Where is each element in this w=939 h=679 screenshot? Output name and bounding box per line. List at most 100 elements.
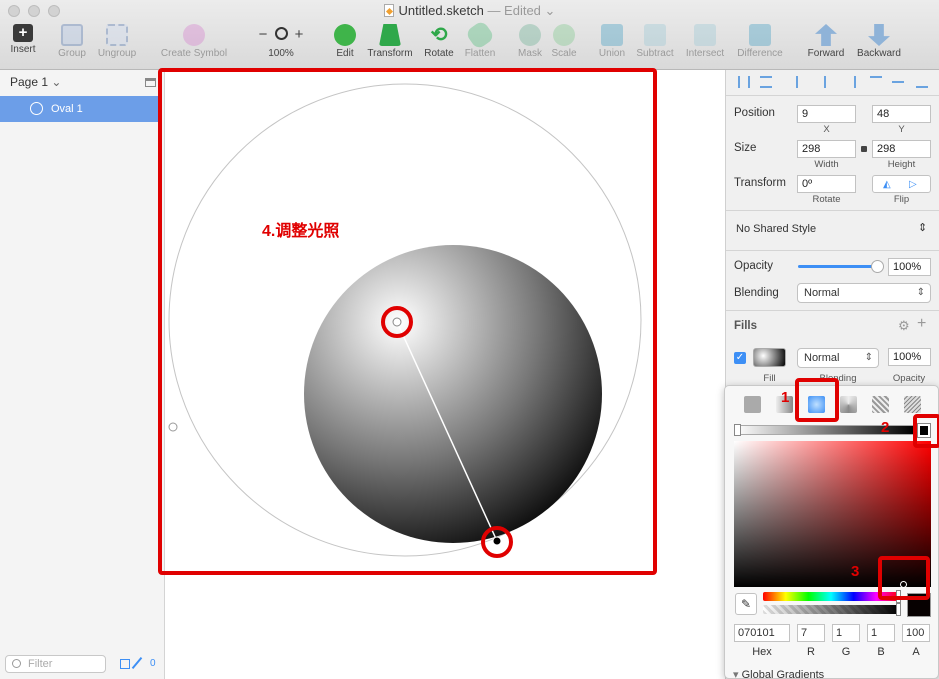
callout-number-1: 1 <box>781 389 790 406</box>
edit-button[interactable]: Edit <box>330 24 360 59</box>
forward-button[interactable]: Forward <box>805 24 847 59</box>
eyedropper-button[interactable]: ✎ <box>735 593 757 615</box>
fill-blend-select[interactable]: Normal ⇕ <box>797 348 879 368</box>
blending-label: Blending <box>734 287 779 299</box>
disclosure-triangle-icon: ▾ <box>733 669 739 679</box>
fill-settings-icon[interactable]: ⚙ <box>898 318 910 334</box>
ungroup-button[interactable]: Ungroup <box>95 24 139 59</box>
plus-icon: + <box>13 24 33 42</box>
chevron-updown-icon: ⇕ <box>918 222 928 234</box>
annotation-label: 4.调整光照 <box>262 223 340 240</box>
group-icon <box>61 24 83 46</box>
zoom-in-button[interactable]: + <box>295 26 304 43</box>
opacity-slider-knob[interactable] <box>871 260 884 273</box>
blending-select[interactable]: Normal ⇕ <box>797 283 931 303</box>
filter-input[interactable]: Filter <box>5 655 106 673</box>
x-field[interactable]: 9 <box>797 105 856 123</box>
zoom-icon <box>274 27 288 40</box>
red-input[interactable]: 7 <box>797 624 825 642</box>
width-field[interactable]: 298 <box>797 140 856 158</box>
fill-type-angular-gradient[interactable] <box>840 396 857 413</box>
flip-control[interactable]: ◭ ▷ <box>872 175 931 193</box>
align-right-icon[interactable] <box>844 76 856 88</box>
hex-input[interactable]: 070101 <box>734 624 790 642</box>
scale-button[interactable]: Scale <box>548 24 580 59</box>
subtract-button[interactable]: Subtract <box>633 24 677 59</box>
intersect-button[interactable]: Intersect <box>683 24 727 59</box>
distribute-vertical-icon[interactable] <box>760 76 772 88</box>
callout-box-1 <box>795 378 839 422</box>
fills-header: Fills <box>734 320 758 332</box>
alpha-slider[interactable] <box>763 603 901 616</box>
shared-style-select[interactable]: No Shared Style ⇕ <box>726 214 939 244</box>
edit-icon <box>334 24 356 46</box>
sketch-document-icon <box>383 4 394 17</box>
fill-type-noise[interactable] <box>904 396 921 413</box>
chevron-down-icon: ⌄ <box>51 75 62 89</box>
add-fill-icon[interactable]: + <box>917 315 926 333</box>
fill-color-well[interactable] <box>753 348 786 367</box>
align-left-icon[interactable] <box>796 76 808 88</box>
fill-type-pattern[interactable] <box>872 396 889 413</box>
union-icon <box>601 24 623 46</box>
mask-button[interactable]: Mask <box>514 24 546 59</box>
zoom-control[interactable]: − + 100% <box>254 24 308 59</box>
symbol-icon <box>183 24 205 46</box>
callout-number-3: 3 <box>851 563 860 580</box>
rotate-button[interactable]: ⟲ Rotate <box>421 24 457 59</box>
layers-sidebar: Page 1 ⌄ Oval 1 Filter 0 <box>0 70 165 679</box>
create-symbol-button[interactable]: Create Symbol <box>158 24 230 59</box>
backward-button[interactable]: Backward <box>852 24 906 59</box>
page-name: Page 1 <box>10 75 49 89</box>
page-selector[interactable]: Page 1 ⌄ <box>10 75 61 89</box>
align-middle-icon[interactable] <box>892 81 904 83</box>
green-input[interactable]: 1 <box>832 624 860 642</box>
union-button[interactable]: Union <box>595 24 629 59</box>
fill-opacity-field[interactable]: 100% <box>888 348 931 366</box>
lock-icon[interactable] <box>861 146 867 152</box>
alpha-input[interactable]: 100 <box>902 624 930 642</box>
transform-button[interactable]: Transform <box>364 24 416 59</box>
layer-row-oval-1[interactable]: Oval 1 <box>0 96 160 122</box>
blue-input[interactable]: 1 <box>867 624 895 642</box>
align-bottom-icon[interactable] <box>916 76 928 88</box>
intersect-icon <box>694 24 716 46</box>
y-field[interactable]: 48 <box>872 105 931 123</box>
insert-label: Insert <box>10 44 36 55</box>
fill-enabled-checkbox[interactable]: ✓ <box>734 352 746 364</box>
insert-button[interactable]: + Insert <box>6 24 40 55</box>
distribute-horizontal-icon[interactable] <box>738 76 750 88</box>
add-page-icon[interactable] <box>145 78 156 87</box>
size-label: Size <box>734 142 757 154</box>
zoom-out-button[interactable]: − <box>259 26 268 43</box>
opacity-slider[interactable] <box>798 260 884 273</box>
alpha-slider-knob[interactable] <box>896 603 901 616</box>
align-top-icon[interactable] <box>870 76 882 88</box>
pen-filter-icon[interactable] <box>131 656 143 670</box>
flatten-button[interactable]: Flatten <box>462 19 498 59</box>
canvas[interactable]: 4.调整光照 <box>158 68 725 679</box>
chevron-updown-icon: ⇕ <box>916 287 925 298</box>
mask-icon <box>519 24 541 46</box>
align-center-icon[interactable] <box>824 76 836 88</box>
ungroup-icon <box>106 24 128 46</box>
filter-count: 0 <box>150 658 156 669</box>
transform-icon <box>379 24 401 46</box>
opacity-field[interactable]: 100% <box>888 258 931 276</box>
symbols-filter-icon[interactable] <box>120 659 130 669</box>
difference-button[interactable]: Difference <box>734 24 786 59</box>
callout-number-2: 2 <box>881 419 890 436</box>
group-button[interactable]: Group <box>55 24 89 59</box>
fill-type-solid[interactable] <box>744 396 761 413</box>
flip-vertical-icon[interactable]: ▷ <box>909 179 917 190</box>
rotate-field[interactable]: 0º <box>797 175 856 193</box>
flip-horizontal-icon[interactable]: ◭ <box>883 179 891 190</box>
search-icon <box>12 659 21 668</box>
filter-placeholder: Filter <box>28 658 53 670</box>
gradient-stop-start[interactable] <box>734 424 741 436</box>
subtract-icon <box>644 24 666 46</box>
layer-name: Oval 1 <box>51 103 83 115</box>
chevron-down-icon[interactable]: ⌄ <box>545 3 556 18</box>
global-gradients-disclosure[interactable]: ▾ Global Gradients <box>733 668 824 679</box>
height-field[interactable]: 298 <box>872 140 931 158</box>
